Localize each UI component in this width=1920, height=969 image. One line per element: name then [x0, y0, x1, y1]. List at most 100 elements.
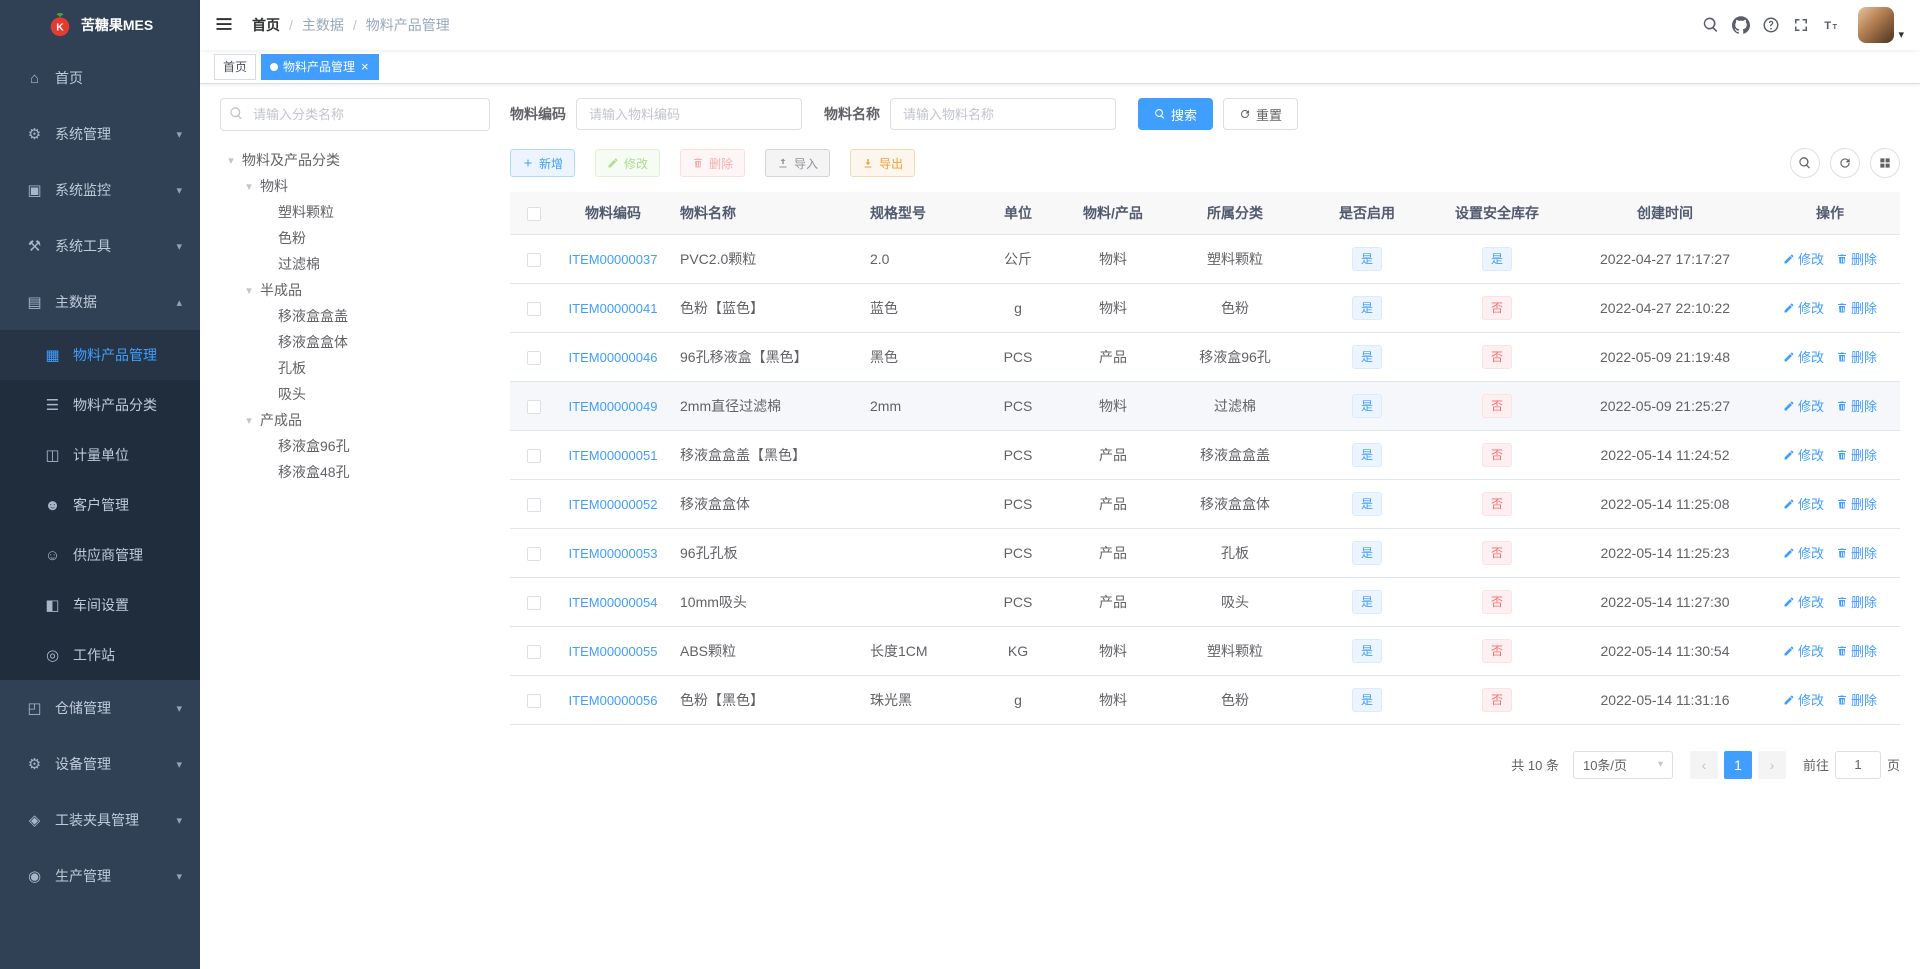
row-checkbox[interactable]	[527, 399, 541, 414]
sidebar-item-fixture-management[interactable]: ◈ 工装夹具管理 ▾	[0, 792, 200, 848]
reset-button[interactable]: 重置	[1223, 98, 1299, 130]
edit-row-link[interactable]: 修改	[1783, 494, 1824, 513]
tree-node[interactable]: ▾移液盒盒体	[220, 329, 490, 355]
fontsize-icon[interactable]: TT	[1816, 7, 1846, 43]
tree-node[interactable]: ▾吸头	[220, 381, 490, 407]
import-button[interactable]: 导入	[765, 149, 831, 177]
tree-node[interactable]: ▾ 产成品	[220, 407, 490, 433]
next-page-button[interactable]: ›	[1757, 750, 1786, 779]
edit-row-link[interactable]: 修改	[1783, 249, 1824, 268]
export-button[interactable]: 导出	[850, 149, 916, 177]
caret-down-icon[interactable]: ▾	[238, 414, 260, 427]
tree-node[interactable]: ▾色粉	[220, 225, 490, 251]
sidebar-item-system-tools[interactable]: ⚒ 系统工具 ▾	[0, 218, 200, 274]
row-checkbox[interactable]	[527, 546, 541, 561]
edit-row-link[interactable]: 修改	[1783, 641, 1824, 660]
row-checkbox[interactable]	[527, 301, 541, 316]
question-icon[interactable]	[1756, 7, 1786, 43]
delete-row-link[interactable]: 删除	[1836, 543, 1877, 562]
column-settings-button[interactable]	[1870, 148, 1900, 178]
row-checkbox[interactable]	[527, 448, 541, 463]
edit-row-link[interactable]: 修改	[1783, 396, 1824, 415]
refresh-table-button[interactable]	[1830, 148, 1860, 178]
sidebar-item-customer-management[interactable]: ☻ 客户管理	[0, 480, 200, 530]
delete-row-link[interactable]: 删除	[1836, 298, 1877, 317]
goto-page-input[interactable]	[1834, 750, 1881, 779]
material-code-link[interactable]: ITEM00000054	[569, 595, 658, 610]
tags-view-tab[interactable]: 首页	[214, 53, 257, 80]
sidebar-item-master-data[interactable]: ▤ 主数据 ▴	[0, 274, 200, 330]
page-size-select[interactable]: 10条/页 ▾	[1572, 750, 1673, 779]
caret-down-icon[interactable]: ▾	[238, 180, 260, 193]
tree-node[interactable]: ▾移液盒盒盖	[220, 303, 490, 329]
sidebar-item-supplier-management[interactable]: ☺ 供应商管理	[0, 530, 200, 580]
edit-row-link[interactable]: 修改	[1783, 592, 1824, 611]
material-code-input[interactable]	[576, 98, 802, 130]
breadcrumb-item[interactable]: 首页	[252, 15, 280, 35]
material-code-link[interactable]: ITEM00000049	[569, 399, 658, 414]
user-menu[interactable]: ▾	[1858, 7, 1904, 43]
delete-row-link[interactable]: 删除	[1836, 445, 1877, 464]
delete-button[interactable]: 删除	[680, 149, 746, 177]
delete-row-link[interactable]: 删除	[1836, 347, 1877, 366]
material-code-link[interactable]: ITEM00000041	[569, 301, 658, 316]
sidebar-item-workstation[interactable]: ◎ 工作站	[0, 630, 200, 680]
sidebar-item-workshop-settings[interactable]: ◧ 车间设置	[0, 580, 200, 630]
tree-node[interactable]: ▾移液盒48孔	[220, 459, 490, 485]
material-code-link[interactable]: ITEM00000046	[569, 350, 658, 365]
sidebar-item-equipment-management[interactable]: ⚙ 设备管理 ▾	[0, 736, 200, 792]
github-icon[interactable]	[1726, 7, 1756, 43]
sidebar-item-system-monitor[interactable]: ▣ 系统监控 ▾	[0, 162, 200, 218]
search-icon[interactable]	[1696, 7, 1726, 43]
hamburger-icon[interactable]	[214, 14, 236, 36]
tree-node[interactable]: ▾移液盒96孔	[220, 433, 490, 459]
sidebar-item-material-product-management[interactable]: ▦ 物料产品管理	[0, 330, 200, 380]
tree-node[interactable]: ▾ 物料	[220, 173, 490, 199]
edit-row-link[interactable]: 修改	[1783, 690, 1824, 709]
add-button[interactable]: 新增	[510, 149, 576, 177]
material-code-link[interactable]: ITEM00000056	[569, 693, 658, 708]
sidebar-item-system-management[interactable]: ⚙ 系统管理 ▾	[0, 106, 200, 162]
edit-row-link[interactable]: 修改	[1783, 543, 1824, 562]
material-code-link[interactable]: ITEM00000053	[569, 546, 658, 561]
tree-node[interactable]: ▾ 物料及产品分类	[220, 147, 490, 173]
page-1-button[interactable]: 1	[1723, 750, 1752, 779]
tree-node[interactable]: ▾过滤棉	[220, 251, 490, 277]
tab-close-icon[interactable]: ×	[360, 60, 370, 73]
delete-row-link[interactable]: 删除	[1836, 249, 1877, 268]
material-name-input[interactable]	[890, 98, 1116, 130]
sidebar-item-warehouse-management[interactable]: ◰ 仓储管理 ▾	[0, 680, 200, 736]
prev-page-button[interactable]: ‹	[1689, 750, 1718, 779]
material-code-link[interactable]: ITEM00000051	[569, 448, 658, 463]
caret-down-icon[interactable]: ▾	[220, 154, 242, 167]
tags-view-tab[interactable]: 物料产品管理 ×	[261, 53, 379, 80]
row-checkbox[interactable]	[527, 693, 541, 708]
row-checkbox[interactable]	[527, 595, 541, 610]
edit-row-link[interactable]: 修改	[1783, 298, 1824, 317]
delete-row-link[interactable]: 删除	[1836, 494, 1877, 513]
row-checkbox[interactable]	[527, 350, 541, 365]
edit-row-link[interactable]: 修改	[1783, 347, 1824, 366]
row-checkbox[interactable]	[527, 252, 541, 267]
edit-button[interactable]: 修改	[595, 149, 661, 177]
sidebar-item-production-management[interactable]: ◉ 生产管理 ▾	[0, 848, 200, 904]
category-search-input[interactable]	[220, 98, 490, 131]
tree-node[interactable]: ▾孔板	[220, 355, 490, 381]
delete-row-link[interactable]: 删除	[1836, 592, 1877, 611]
fullscreen-icon[interactable]	[1786, 7, 1816, 43]
delete-row-link[interactable]: 删除	[1836, 641, 1877, 660]
app-logo[interactable]: K 苦糖果MES	[0, 0, 200, 50]
caret-down-icon[interactable]: ▾	[238, 284, 260, 297]
select-all-checkbox[interactable]	[527, 206, 541, 221]
edit-row-link[interactable]: 修改	[1783, 445, 1824, 464]
material-code-link[interactable]: ITEM00000037	[569, 252, 658, 267]
tree-node[interactable]: ▾ 半成品	[220, 277, 490, 303]
row-checkbox[interactable]	[527, 644, 541, 659]
delete-row-link[interactable]: 删除	[1836, 396, 1877, 415]
delete-row-link[interactable]: 删除	[1836, 690, 1877, 709]
sidebar-item-material-product-category[interactable]: ☰ 物料产品分类	[0, 380, 200, 430]
material-code-link[interactable]: ITEM00000052	[569, 497, 658, 512]
row-checkbox[interactable]	[527, 497, 541, 512]
sidebar-item-home[interactable]: ⌂ 首页	[0, 50, 200, 106]
material-code-link[interactable]: ITEM00000055	[569, 644, 658, 659]
